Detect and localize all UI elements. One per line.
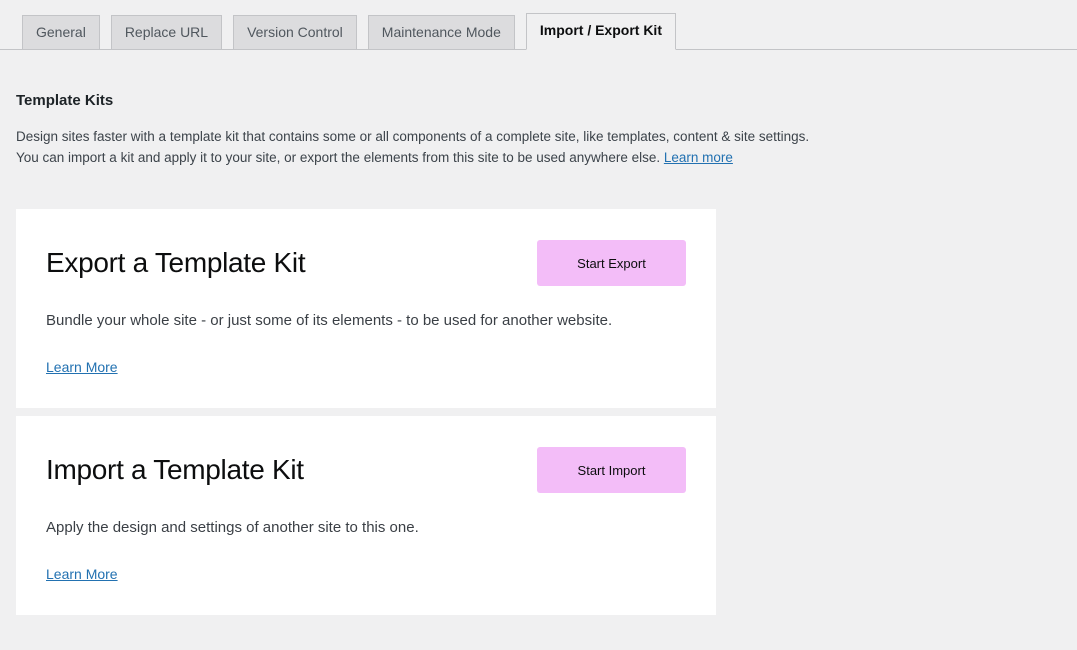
import-card-link-row: Learn More [46,566,686,584]
export-card-title: Export a Template Kit [46,247,305,279]
import-card-description: Apply the design and settings of another… [46,519,686,537]
import-kit-card: Import a Template Kit Start Import Apply… [16,416,716,615]
tab-general[interactable]: General [22,15,100,50]
export-card-link-row: Learn More [46,359,686,377]
kit-cards: Export a Template Kit Start Export Bundl… [16,209,1061,615]
import-card-title: Import a Template Kit [46,454,304,486]
export-kit-card: Export a Template Kit Start Export Bundl… [16,209,716,408]
intro-learn-more-link[interactable]: Learn more [664,150,733,165]
intro-line-1: Design sites faster with a template kit … [16,129,809,144]
tab-import-export-kit[interactable]: Import / Export Kit [526,13,676,50]
tab-version-control[interactable]: Version Control [233,15,357,50]
start-import-button[interactable]: Start Import [537,447,686,493]
page-title: Template Kits [16,92,1061,109]
tab-panel-import-export: Template Kits Design sites faster with a… [0,92,1077,615]
intro-line-2: You can import a kit and apply it to you… [16,150,660,165]
export-card-description: Bundle your whole site - or just some of… [46,312,686,330]
settings-tab-bar: General Replace URL Version Control Main… [0,0,1077,50]
intro-description: Design sites faster with a template kit … [16,126,916,168]
import-card-header: Import a Template Kit Start Import [46,447,686,493]
export-card-header: Export a Template Kit Start Export [46,240,686,286]
tab-maintenance-mode[interactable]: Maintenance Mode [368,15,515,50]
tab-replace-url[interactable]: Replace URL [111,15,222,50]
export-learn-more-link[interactable]: Learn More [46,359,118,375]
import-learn-more-link[interactable]: Learn More [46,566,118,582]
start-export-button[interactable]: Start Export [537,240,686,286]
